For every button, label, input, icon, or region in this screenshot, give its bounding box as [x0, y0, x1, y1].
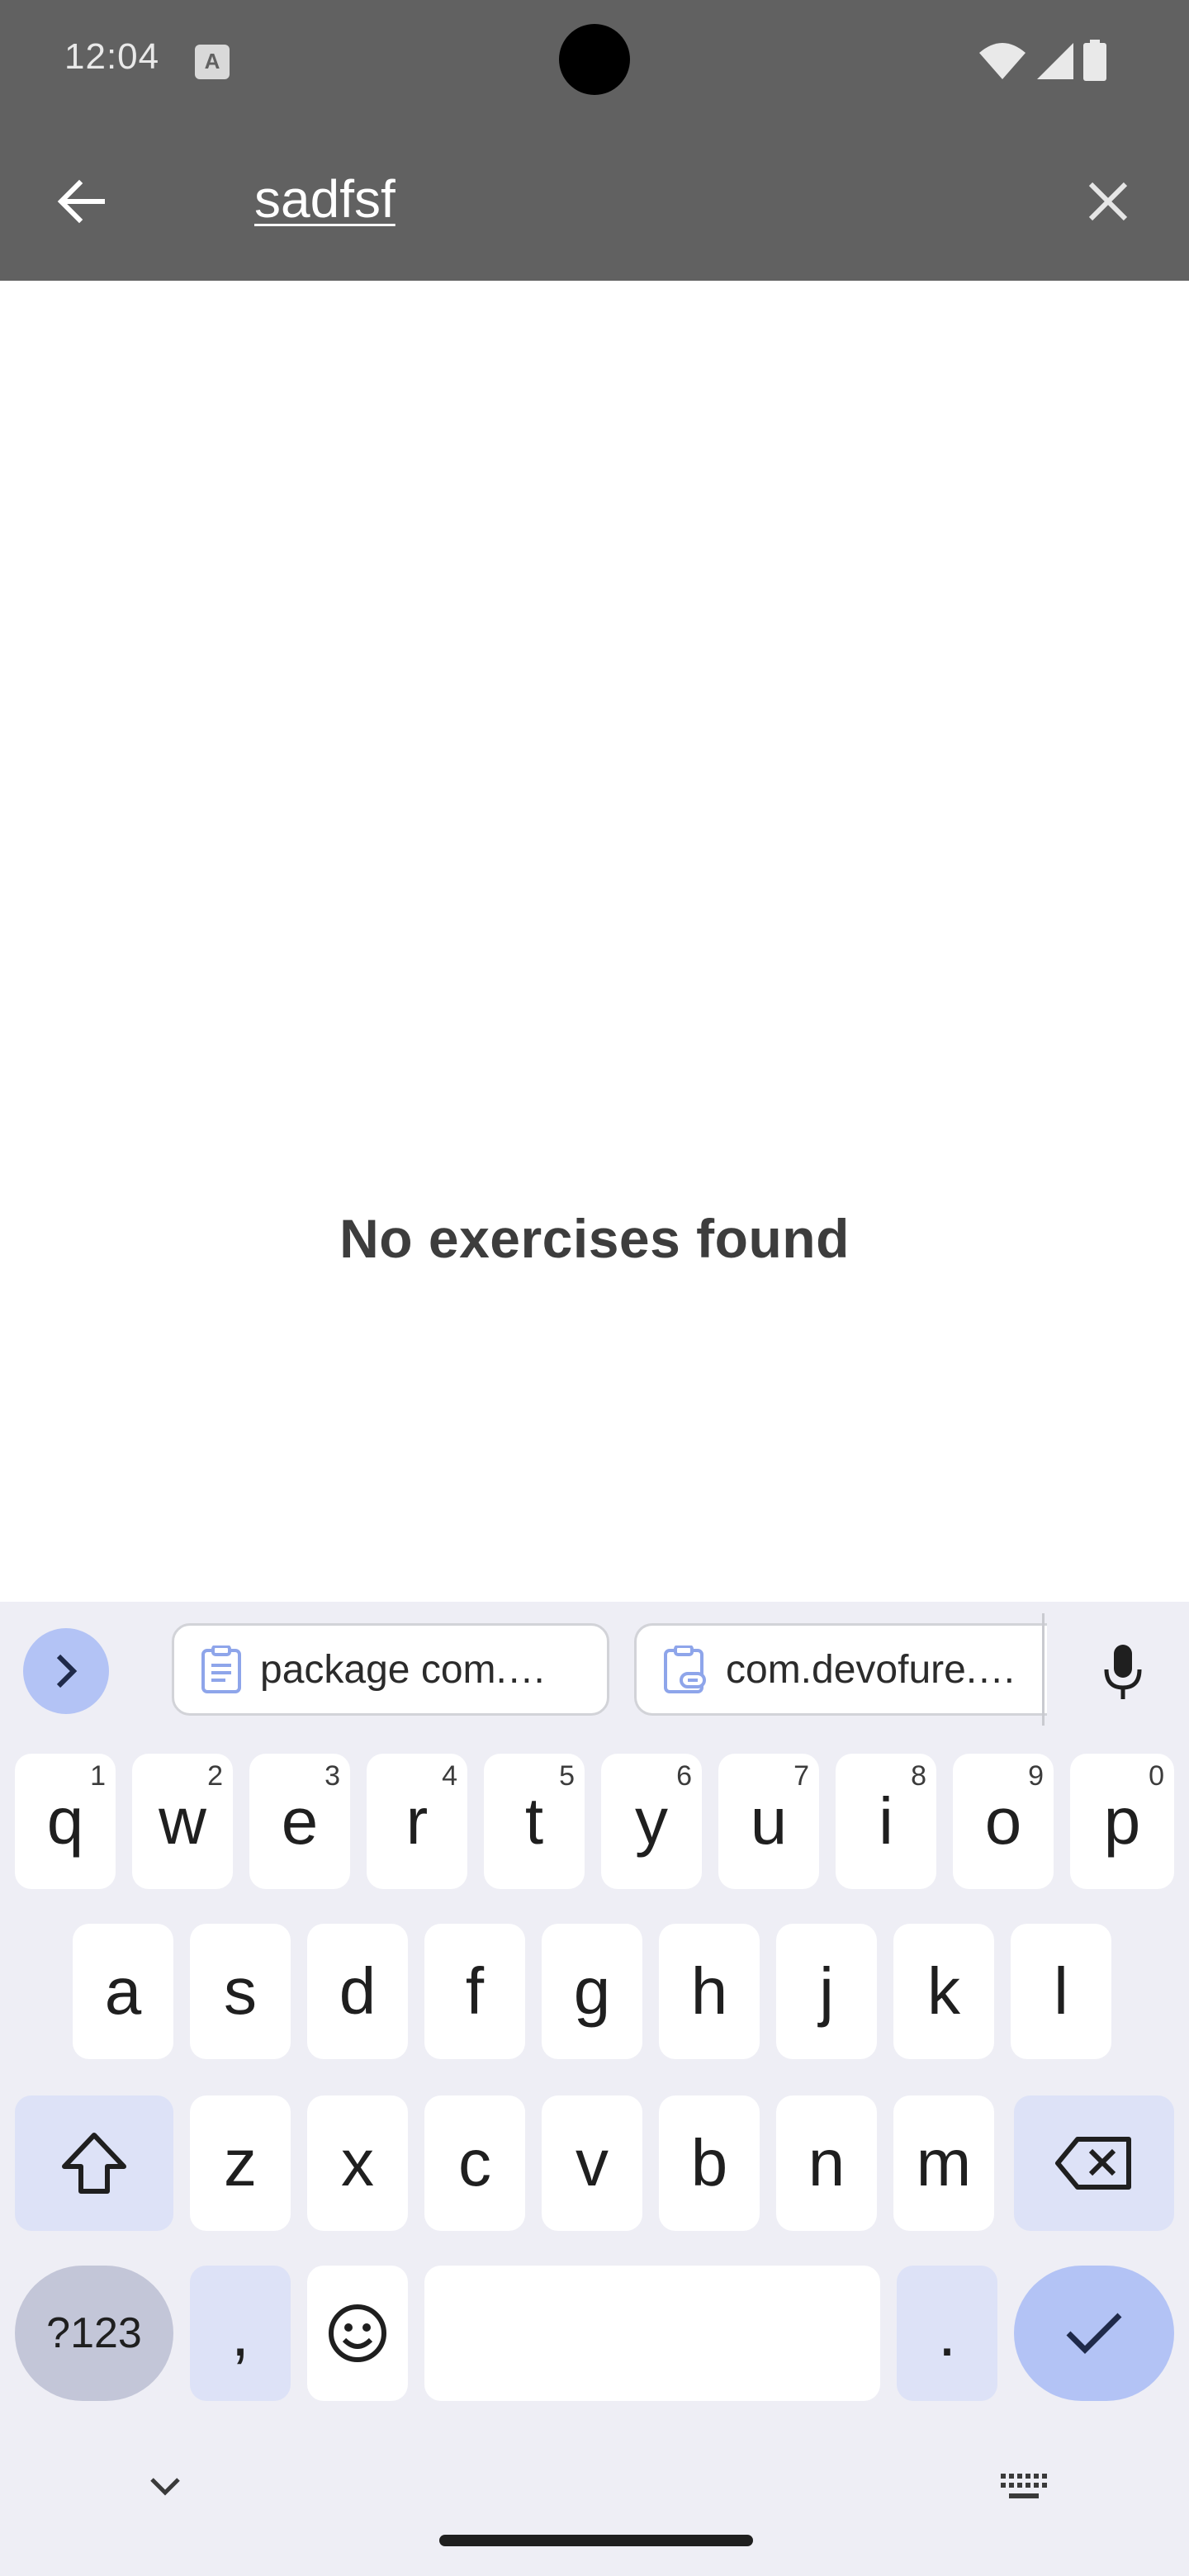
key-f[interactable]: f: [424, 1924, 525, 2059]
search-bar: sadfsf: [0, 119, 1189, 281]
enter-key[interactable]: [1014, 2266, 1174, 2401]
backspace-icon: [1055, 2137, 1131, 2190]
comma-key[interactable]: ,: [190, 2266, 291, 2401]
check-icon: [1066, 2313, 1122, 2354]
keyboard-expand-button[interactable]: [23, 1628, 109, 1714]
keyboard-icon: [1001, 2474, 1047, 2498]
key-g[interactable]: g: [542, 1924, 642, 2059]
close-icon: [1088, 182, 1128, 221]
app-header: 12:04 A sadfsf: [0, 0, 1189, 281]
emoji-key[interactable]: [307, 2266, 408, 2401]
clipboard-link-icon: [664, 1646, 706, 1693]
clipboard-icon: [201, 1646, 241, 1693]
key-r[interactable]: r4: [367, 1754, 467, 1889]
key-i[interactable]: i8: [836, 1754, 936, 1889]
key-v[interactable]: v: [542, 2095, 642, 2231]
search-input[interactable]: sadfsf: [254, 168, 396, 230]
backspace-key[interactable]: [1014, 2095, 1174, 2231]
key-s[interactable]: s: [190, 1924, 291, 2059]
period-key[interactable]: .: [897, 2266, 997, 2401]
key-z[interactable]: z: [190, 2095, 291, 2231]
key-q[interactable]: q1: [15, 1754, 116, 1889]
key-t[interactable]: t5: [484, 1754, 585, 1889]
signal-icon: [1037, 43, 1073, 79]
symbols-key[interactable]: ?123: [15, 2266, 173, 2401]
microphone-icon: [1104, 1645, 1142, 1699]
key-u[interactable]: u7: [718, 1754, 819, 1889]
divider: [1042, 1613, 1045, 1726]
key-h[interactable]: h: [659, 1924, 760, 2059]
key-y[interactable]: y6: [601, 1754, 702, 1889]
clipboard-chip-label: com.devofure.…: [726, 1647, 1017, 1692]
key-b[interactable]: b: [659, 2095, 760, 2231]
key-k[interactable]: k: [893, 1924, 994, 2059]
back-button[interactable]: [40, 160, 122, 243]
key-d[interactable]: d: [307, 1924, 408, 2059]
voice-input-button[interactable]: [1082, 1631, 1164, 1714]
status-notification-icon: A: [195, 45, 230, 79]
switch-keyboard-button[interactable]: [991, 2454, 1057, 2520]
key-n[interactable]: n: [776, 2095, 877, 2231]
key-c[interactable]: c: [424, 2095, 525, 2231]
keyboard-suggestion-strip: package com.… com.devofure.…: [0, 1602, 1189, 1734]
home-gesture-bar[interactable]: [439, 2535, 753, 2546]
key-m[interactable]: m: [893, 2095, 994, 2231]
clipboard-chip[interactable]: package com.…: [172, 1623, 609, 1716]
key-j[interactable]: j: [776, 1924, 877, 2059]
chevron-down-icon: [150, 2478, 180, 2496]
navigation-bar: [0, 2427, 1189, 2576]
arrow-back-icon: [57, 179, 105, 224]
shift-icon: [62, 2133, 126, 2194]
key-l[interactable]: l: [1011, 1924, 1111, 2059]
clipboard-chip[interactable]: com.devofure.…: [634, 1623, 1047, 1716]
key-w[interactable]: w2: [132, 1754, 233, 1889]
status-bar: 12:04 A: [0, 0, 1189, 119]
wifi-icon: [979, 43, 1026, 79]
status-time: 12:04: [64, 36, 160, 77]
key-o[interactable]: o9: [953, 1754, 1054, 1889]
key-e[interactable]: e3: [249, 1754, 350, 1889]
key-x[interactable]: x: [307, 2095, 408, 2231]
camera-cutout: [559, 24, 630, 95]
chevron-right-icon: [56, 1654, 78, 1688]
key-p[interactable]: p0: [1070, 1754, 1174, 1889]
battery-icon: [1083, 40, 1106, 81]
empty-state-message: No exercises found: [339, 1208, 850, 1269]
hide-keyboard-button[interactable]: [132, 2454, 198, 2520]
on-screen-keyboard: package com.… com.devofure.… q1 w2 e3 r4…: [0, 1602, 1189, 2576]
emoji-icon: [329, 2304, 386, 2362]
shift-key[interactable]: [15, 2095, 173, 2231]
key-a[interactable]: a: [73, 1924, 173, 2059]
clipboard-chip-label: package com.…: [260, 1647, 547, 1692]
clear-search-button[interactable]: [1067, 160, 1149, 243]
space-key[interactable]: [424, 2266, 880, 2401]
